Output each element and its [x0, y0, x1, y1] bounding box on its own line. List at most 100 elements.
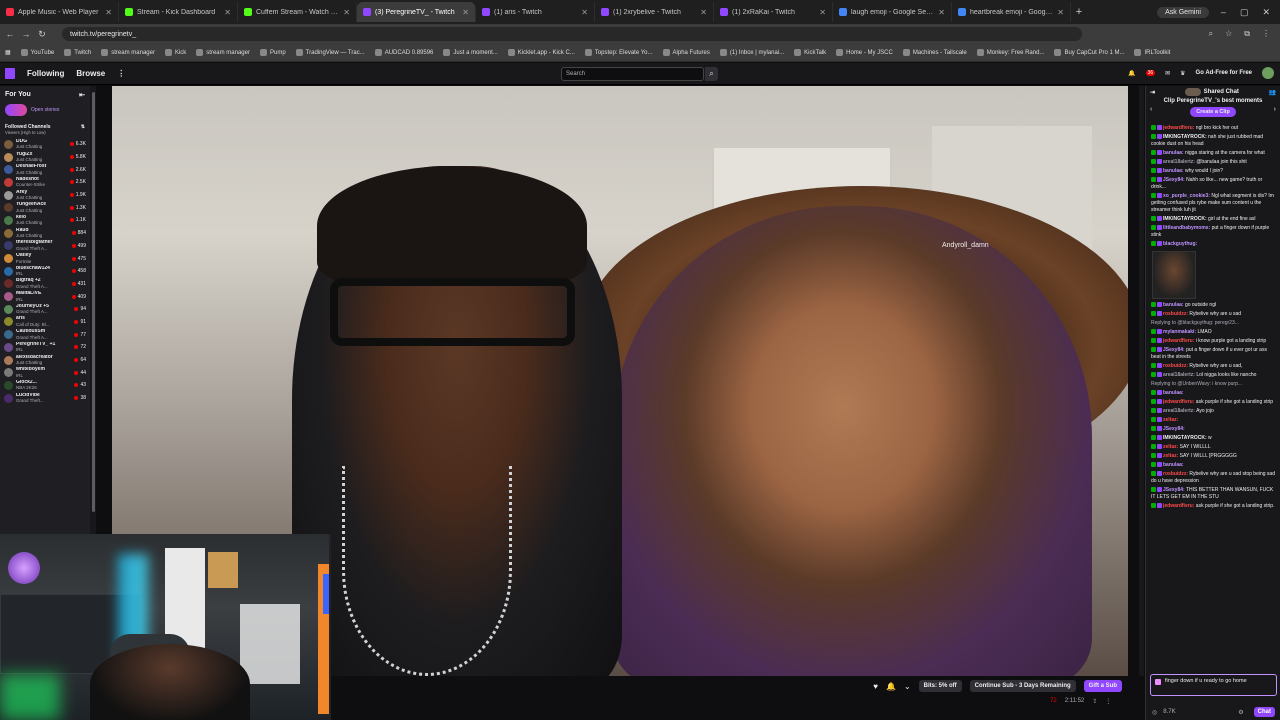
- bookmark-item[interactable]: Pump: [255, 49, 291, 56]
- sidebar-channel-item[interactable]: theresbigfather Grand Theft A... 499: [0, 240, 90, 253]
- sidebar-channel-item[interactable]: Glock2... NBA 2K26 43: [0, 379, 90, 392]
- bookmark-item[interactable]: Machines - Tailscale: [898, 49, 972, 56]
- chat-username[interactable]: banulaa:: [1163, 150, 1184, 156]
- url-input[interactable]: twitch.tv/peregrinetv_: [62, 27, 1082, 41]
- ad-free-button[interactable]: Go Ad-Free for Free: [1196, 70, 1252, 76]
- chat-username[interactable]: IMKINGTAYROCK:: [1163, 134, 1207, 140]
- collapse-chat-icon[interactable]: ⇥: [1150, 89, 1155, 96]
- chat-username[interactable]: zeltaz:: [1163, 453, 1178, 459]
- channel-points-icon[interactable]: ◎: [1152, 709, 1157, 716]
- new-tab-icon[interactable]: +: [1071, 6, 1087, 18]
- more-icon[interactable]: ⋮: [117, 69, 125, 78]
- search-icon[interactable]: ⌕: [705, 67, 718, 81]
- sidebar-channel-item[interactable]: CautiousSm Grand Theft A... 77: [0, 328, 90, 341]
- whispers-icon[interactable]: ✉: [1165, 70, 1170, 77]
- chat-username[interactable]: rosbuidzz:: [1163, 471, 1188, 477]
- search-input[interactable]: Search: [561, 67, 704, 81]
- bookmark-item[interactable]: TradingView — Trac...: [291, 49, 370, 56]
- open-stories-button[interactable]: Open stories: [0, 102, 90, 118]
- browser-tab[interactable]: (3) PeregrineTV_ - Twitch ✕: [357, 2, 476, 22]
- bookmark-item[interactable]: YouTube: [16, 49, 60, 56]
- close-icon[interactable]: ✕: [700, 8, 707, 17]
- browser-tab[interactable]: Apple Music - Web Player ✕: [0, 2, 119, 22]
- window-close-icon[interactable]: ✕: [1262, 7, 1270, 18]
- maximize-icon[interactable]: ▢: [1240, 7, 1249, 18]
- close-icon[interactable]: ✕: [343, 8, 350, 17]
- bookmark-item[interactable]: stream manager: [191, 49, 255, 56]
- forward-icon[interactable]: →: [20, 29, 32, 39]
- notification-bell-icon[interactable]: 🔔: [886, 682, 896, 691]
- extensions-icon[interactable]: ⧉: [1244, 29, 1250, 39]
- chat-username[interactable]: littleandbabymoms:: [1163, 225, 1210, 231]
- chat-username[interactable]: jedwardfieru:: [1163, 503, 1194, 509]
- sidebar-channel-item[interactable]: YugiZx Just Chatting 5.8K: [0, 151, 90, 164]
- sidebar-channel-item[interactable]: Oatley Fortnite 475: [0, 252, 90, 265]
- chat-username[interactable]: rosbuidzz:: [1163, 311, 1188, 317]
- continue-sub-button[interactable]: Continue Sub - 3 Days Remaining: [969, 680, 1076, 692]
- bookmark-item[interactable]: Home - My JSCC: [831, 49, 898, 56]
- chat-username[interactable]: IMKINGTAYROCK:: [1163, 216, 1207, 222]
- chat-username[interactable]: zeltaz:: [1163, 417, 1178, 423]
- close-icon[interactable]: ✕: [1057, 8, 1064, 17]
- sidebar-channel-item[interactable]: DeshaeFrost Just Chatting 2.6K: [0, 163, 90, 176]
- bookmark-item[interactable]: (1) Inbox | mylanai...: [715, 49, 789, 56]
- bookmark-item[interactable]: stream manager: [96, 49, 160, 56]
- sidebar-channel-item[interactable]: LucidVibe Grand Theft... 38: [0, 392, 90, 405]
- bookmark-star-icon[interactable]: ☆: [1225, 29, 1232, 39]
- browser-tab[interactable]: laugh emoji - Google Search ✕: [833, 2, 952, 22]
- collapse-icon[interactable]: ⇤: [79, 91, 85, 99]
- bookmark-item[interactable]: Topstep: Elevate Yo...: [580, 49, 658, 56]
- close-icon[interactable]: ✕: [938, 8, 945, 17]
- bookmark-item[interactable]: IRLToolkit: [1129, 49, 1175, 56]
- sidebar-scrollbar[interactable]: [90, 86, 96, 534]
- apps-icon[interactable]: ▦: [0, 49, 16, 56]
- bookmark-item[interactable]: Kicklet.app - Kick C...: [503, 49, 580, 56]
- twitch-logo-icon[interactable]: [5, 68, 15, 79]
- users-icon[interactable]: 👥: [1269, 89, 1276, 96]
- chat-username[interactable]: IMKINGTAYROCK:: [1163, 435, 1207, 441]
- sidebar-channel-item[interactable]: blueschaw124 IRL 458: [0, 265, 90, 278]
- chat-username[interactable]: areal18alertz:: [1163, 408, 1195, 414]
- sidebar-channel-item[interactable]: kelo Just Chatting 1.1K: [0, 214, 90, 227]
- bookmark-item[interactable]: Just a moment...: [438, 49, 502, 56]
- chat-username[interactable]: banulaa:: [1163, 462, 1184, 468]
- chat-username[interactable]: banulaa:: [1163, 390, 1184, 396]
- browse-link[interactable]: Browse: [76, 69, 105, 78]
- more-options-icon[interactable]: ⋮: [1105, 698, 1111, 705]
- back-icon[interactable]: ←: [4, 29, 16, 39]
- chat-username[interactable]: banulaa:: [1163, 168, 1184, 174]
- sort-icon[interactable]: ⇅: [81, 124, 85, 135]
- gift-sub-button[interactable]: Gift a Sub: [1083, 680, 1122, 692]
- reload-icon[interactable]: ↻: [36, 29, 48, 40]
- sidebar-channel-item[interactable]: Arky Just Chatting 1.9K: [0, 189, 90, 202]
- chat-scrollbar[interactable]: [1139, 86, 1144, 676]
- chat-username[interactable]: jedwardfieru:: [1163, 125, 1194, 131]
- browser-tab[interactable]: Cuffem Stream - Watch Live on✕: [238, 2, 357, 22]
- close-icon[interactable]: ✕: [105, 8, 112, 17]
- prev-icon[interactable]: ‹: [1150, 106, 1152, 113]
- bits-button[interactable]: Bits: 5% off: [918, 680, 962, 692]
- settings-icon[interactable]: ⚙: [1238, 709, 1243, 716]
- sidebar-channel-item[interactable]: DDG Just Chatting 6.3K: [0, 138, 90, 151]
- next-icon[interactable]: ›: [1274, 106, 1276, 113]
- chat-username[interactable]: xo_purple_cookie3:: [1163, 193, 1210, 199]
- chat-username[interactable]: mylanmakaki:: [1163, 329, 1196, 335]
- share-icon[interactable]: ⇪: [1092, 698, 1097, 705]
- followed-sort[interactable]: Viewers (High to Low): [5, 130, 51, 135]
- bookmark-item[interactable]: AUDCAD 0.89596: [370, 49, 439, 56]
- bookmark-item[interactable]: KickTalk: [789, 49, 831, 56]
- bookmark-item[interactable]: Twitch: [59, 49, 96, 56]
- notifications-icon[interactable]: 🔔: [1128, 70, 1135, 77]
- sidebar-channel-item[interactable]: Bigtraq +2 Grand Theft A... 431: [0, 278, 90, 291]
- crown-icon[interactable]: ♛: [1180, 70, 1185, 77]
- chat-username[interactable]: JSexy84:: [1163, 487, 1185, 493]
- chat-username[interactable]: banulaa:: [1163, 302, 1184, 308]
- chat-username[interactable]: areal18alertz:: [1163, 159, 1195, 165]
- chat-username[interactable]: JSexy84:: [1163, 426, 1185, 432]
- browser-tab[interactable]: (1) aris - Twitch ✕: [476, 2, 595, 22]
- chat-send-button[interactable]: Chat: [1253, 707, 1275, 717]
- sidebar-channel-item[interactable]: PeregrineTV_ +1 IRL 72: [0, 341, 90, 354]
- create-clip-button[interactable]: Create a Clip: [1190, 107, 1236, 117]
- chat-username[interactable]: jedwardfieru:: [1163, 399, 1194, 405]
- browser-tab[interactable]: (1) 2xrybelive - Twitch ✕: [595, 2, 714, 22]
